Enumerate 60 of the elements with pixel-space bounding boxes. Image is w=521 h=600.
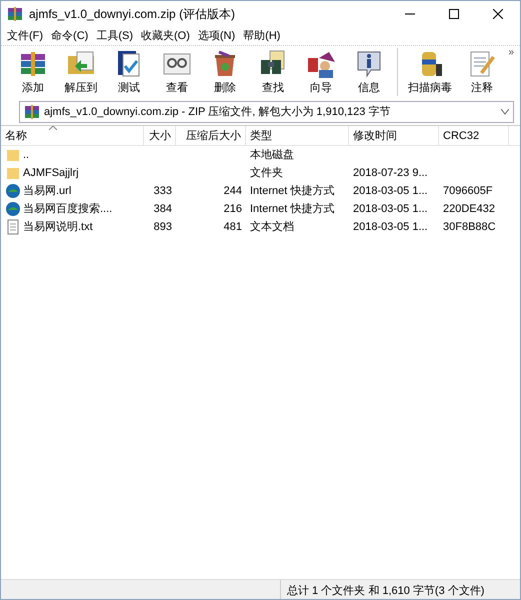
table-cell-text: 216 <box>222 202 243 217</box>
toolbar-button[interactable]: 查看 <box>153 48 201 96</box>
table-cell-text: 文本文档 <box>249 220 295 235</box>
toolbar-button[interactable]: 注释 <box>458 48 506 96</box>
folder-icon <box>5 165 21 181</box>
menu-item[interactable]: 文件(F) <box>3 27 48 45</box>
table-cell-text: 333 <box>152 184 173 199</box>
sort-icon <box>49 126 57 130</box>
toolbar-button[interactable]: 向导 <box>297 48 345 96</box>
table-cell-text: Internet 快捷方式 <box>249 202 336 217</box>
table-cell-text: 384 <box>152 202 173 217</box>
column-header[interactable]: 类型 <box>246 126 349 146</box>
window-title: ajmfs_v1.0_downyi.com.zip (评估版本) <box>29 6 236 23</box>
column-header[interactable]: 大小 <box>144 126 176 146</box>
status-text: 总计 1 个文件夹 和 1,610 字节(3 个文件) <box>286 584 486 599</box>
file-name[interactable]: .. <box>23 146 30 164</box>
table-cell-text: Internet 快捷方式 <box>249 184 336 199</box>
column-header[interactable]: 名称 <box>1 126 144 146</box>
column-header[interactable]: 压缩后大小 <box>176 126 246 146</box>
toolbar-button[interactable]: 查找 <box>249 48 297 96</box>
archive-icon <box>24 104 40 120</box>
file-name[interactable]: 当易网百度搜索.... <box>23 200 112 218</box>
file-name[interactable]: 当易网.url <box>23 182 72 200</box>
globe-icon <box>5 183 21 199</box>
text-file-icon <box>5 219 21 235</box>
globe-icon <box>5 201 21 217</box>
toolbar-button[interactable]: 解压到 <box>57 48 105 96</box>
menu-item[interactable]: 选项(N) <box>194 27 240 45</box>
table-cell-text: 2018-07-23 9... <box>352 166 429 181</box>
table-cell-text: 893 <box>152 220 173 235</box>
more-tools-button[interactable]: » <box>508 48 514 58</box>
toolbar-button[interactable]: 扫描病毒 <box>402 48 458 96</box>
table-cell-text: 244 <box>222 184 243 199</box>
menu-item[interactable]: 命令(C) <box>47 27 92 45</box>
toolbar-button[interactable]: 添加 <box>9 48 57 96</box>
table-cell-text: 30F8B88C <box>442 220 497 235</box>
table-cell-text: 2018-03-05 1... <box>352 184 429 199</box>
folder-icon <box>5 147 21 163</box>
toolbar-button[interactable]: 删除 <box>201 48 249 96</box>
column-header[interactable]: 修改时间 <box>349 126 439 146</box>
table-cell-text: 7096605F <box>442 184 494 199</box>
path-field[interactable]: ajmfs_v1.0_downyi.com.zip - ZIP 压缩文件, 解包大小为 1,910,123 字节 <box>19 101 514 123</box>
table-cell-text: 文件夹 <box>249 166 284 181</box>
maximize-icon <box>449 9 459 19</box>
file-name[interactable]: 当易网说明.txt <box>23 218 93 236</box>
column-header[interactable]: CRC32 <box>439 126 509 146</box>
menu-item[interactable]: 帮助(H) <box>239 27 284 45</box>
table-cell-text: 本地磁盘 <box>249 148 295 163</box>
table-cell-text: 481 <box>222 220 243 235</box>
menu-item[interactable]: 收藏夹(O) <box>137 27 194 45</box>
toolbar-button[interactable]: 信息 <box>345 48 393 96</box>
menu-item[interactable]: 工具(S) <box>92 27 137 45</box>
archive-icon <box>7 6 23 22</box>
dropdown-icon <box>501 109 509 115</box>
table-cell-text: 2018-03-05 1... <box>352 202 429 217</box>
file-name[interactable]: AJMFSajjlrj <box>23 164 79 182</box>
table-cell-text: 2018-03-05 1... <box>352 220 429 235</box>
toolbar-button[interactable]: 测试 <box>105 48 153 96</box>
table-cell-text: 220DE432 <box>442 202 496 217</box>
close-icon <box>493 9 503 19</box>
